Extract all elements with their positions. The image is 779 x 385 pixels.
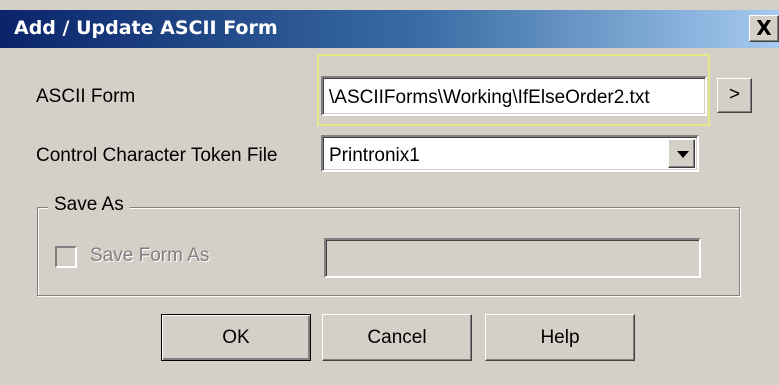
save-as-group-label: Save As [48, 194, 130, 216]
close-button[interactable]: X [749, 15, 779, 42]
save-form-as-checkbox[interactable] [55, 246, 77, 268]
window-title: Add / Update ASCII Form [14, 17, 278, 39]
save-form-as-label: Save Form As [90, 245, 210, 266]
ascii-form-input[interactable]: \ASCIIForms\Working\IfElseOrder2.txt [321, 76, 707, 116]
token-file-selected-value: Printronix1 [329, 145, 420, 166]
cancel-button[interactable]: Cancel [322, 314, 472, 361]
help-button[interactable]: Help [485, 314, 635, 361]
close-icon: X [756, 16, 772, 40]
save-form-as-input[interactable] [324, 238, 701, 278]
title-bar[interactable]: Add / Update ASCII Form X [0, 10, 779, 48]
token-file-select[interactable]: Printronix1 [321, 135, 699, 172]
token-file-label: Control Character Token File [36, 145, 278, 166]
browse-button[interactable]: > [717, 78, 752, 113]
chevron-down-icon[interactable] [668, 139, 695, 168]
add-update-ascii-form-dialog: Add / Update ASCII Form X ASCII Form \AS… [0, 0, 779, 385]
ok-button[interactable]: OK [161, 314, 311, 361]
ascii-form-label: ASCII Form [36, 86, 136, 107]
